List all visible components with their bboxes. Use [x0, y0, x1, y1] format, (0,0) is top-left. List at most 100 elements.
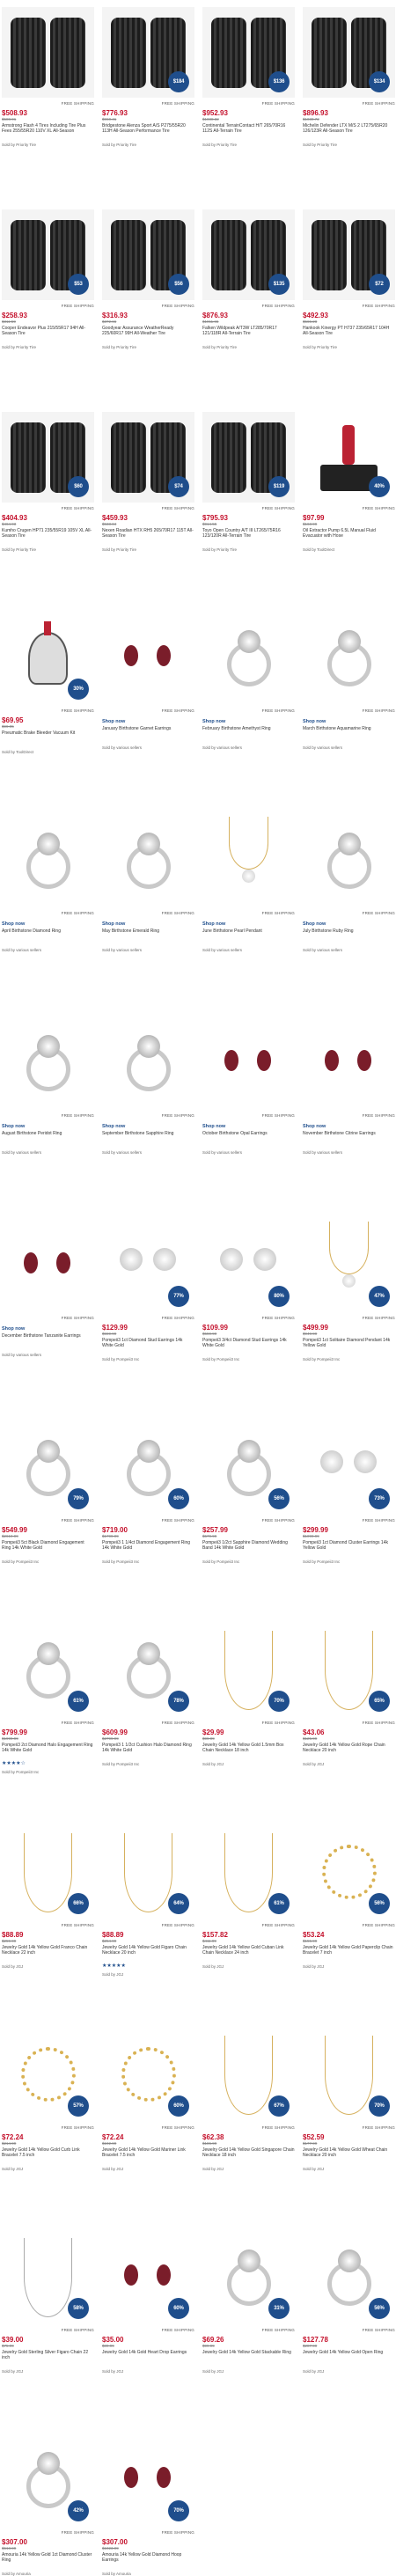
product-card[interactable]: $135 FREE SHIPPING $876.93 $1011.65 Falken W… — [202, 209, 295, 349]
product-title[interactable]: Bridgestone Alenza Sport A/S P275/55R20 … — [102, 123, 194, 139]
product-image[interactable]: 56% — [303, 2234, 395, 2324]
product-card[interactable]: FREE SHIPPING Shop now March Birthstone Aq… — [303, 614, 395, 750]
product-card[interactable]: FREE SHIPPING $508.93 $588.91 Armstrong Fla… — [2, 7, 94, 147]
product-title[interactable]: Pompeii3 1ct Diamond Stud Earrings 14k W… — [102, 1338, 194, 1354]
product-card[interactable]: $184 FREE SHIPPING $776.93 $960.41 Bridgesto… — [102, 7, 194, 147]
product-title[interactable]: Pompeii3 2ct Diamond Halo Engagement Rin… — [2, 1743, 94, 1758]
product-title[interactable]: January Birthstone Garnet Earrings — [102, 726, 194, 742]
product-title[interactable]: Jewelry Gold 14k Yellow Gold Paperclip C… — [303, 1945, 395, 1961]
product-title[interactable]: February Birthstone Amethyst Ring — [202, 726, 295, 742]
product-card[interactable]: FREE SHIPPING Shop now February Birthstone… — [202, 614, 295, 750]
product-title[interactable]: Amouria 14k Yellow Gold 1ct Diamond Clus… — [2, 2552, 94, 2568]
product-image[interactable]: 56% — [202, 1424, 295, 1515]
product-title[interactable]: Nexen Roadian HTX RH5 265/70R17 115T All… — [102, 528, 194, 544]
product-image[interactable] — [2, 1222, 94, 1312]
product-image[interactable]: 57% — [2, 2031, 94, 2122]
product-image[interactable] — [102, 614, 194, 705]
product-title[interactable]: March Birthstone Aquamarine Ring — [303, 726, 395, 742]
product-image[interactable] — [202, 1019, 295, 1110]
product-card[interactable]: 56% FREE SHIPPING $53.24 $155.99 Jewelry Gol… — [303, 1829, 395, 1969]
product-image[interactable]: 70% — [102, 2436, 194, 2527]
product-card[interactable]: $134 FREE SHIPPING $896.93 $1030.72 Michelin… — [303, 7, 395, 147]
product-title[interactable]: November Birthstone Citrine Earrings — [303, 1131, 395, 1147]
product-image[interactable]: 60% — [102, 1424, 194, 1515]
product-title[interactable]: Michelin Defender LTX M/S 2 LT275/65R20 … — [303, 123, 395, 139]
product-title[interactable]: May Birthstone Emerald Ring — [102, 928, 194, 944]
product-title[interactable]: Jewelry Gold 14k Yellow Gold Wheat Chain… — [303, 2147, 395, 2163]
product-title[interactable]: September Birthstone Sapphire Ring — [102, 1131, 194, 1147]
product-image[interactable]: $119 — [202, 412, 295, 503]
product-title[interactable]: Continental TerrainContact H/T 265/70R16… — [202, 123, 295, 139]
product-card[interactable]: 77% FREE SHIPPING $129.99 $559.99 Pompeii3 1… — [102, 1222, 194, 1361]
product-card[interactable]: 40% FREE SHIPPING $97.99 $163.99 Oil Extract… — [303, 412, 395, 552]
product-card[interactable]: $119 FREE SHIPPING $795.93 $914.55 Toyo Open… — [202, 412, 295, 552]
product-title[interactable]: Jewelry Gold 14k Yellow Gold Figaro Chai… — [102, 1945, 194, 1961]
product-card[interactable]: $136 FREE SHIPPING $952.93 $1088.32 Continen… — [202, 7, 295, 147]
shop-now-link[interactable]: Shop now — [303, 1124, 395, 1129]
product-card[interactable]: FREE SHIPPING Shop now September Birthston… — [102, 1019, 194, 1155]
product-image[interactable]: $56 — [102, 209, 194, 300]
product-title[interactable]: Jewelry Gold 14k Yellow Gold Open Ring — [303, 2350, 395, 2366]
product-title[interactable]: Jewelry Gold 14k Yellow Gold Rope Chain … — [303, 1743, 395, 1758]
product-image[interactable] — [102, 1019, 194, 1110]
product-title[interactable]: Jewelry Gold 14k Yellow Gold 1.5mm Box C… — [202, 1743, 295, 1758]
product-image[interactable]: 80% — [202, 1222, 295, 1312]
product-title[interactable]: Kumho Crugen HP71 235/55R19 105V XL All-… — [2, 528, 94, 544]
shop-now-link[interactable]: Shop now — [303, 921, 395, 927]
product-card[interactable]: FREE SHIPPING Shop now July Birthstone Rub… — [303, 817, 395, 952]
product-card[interactable]: 31% FREE SHIPPING $69.26 $99.99 Jewelry Gold… — [202, 2234, 295, 2374]
product-image[interactable]: 56% — [303, 1829, 395, 1919]
product-image[interactable]: $74 — [102, 412, 194, 503]
product-card[interactable]: 57% FREE SHIPPING $72.24 $214.99 Jewelry Gol… — [2, 2031, 94, 2171]
product-card[interactable]: 64% FREE SHIPPING $88.89 $254.99 Jewelry Gol… — [102, 1829, 194, 1977]
product-image[interactable]: $136 — [202, 7, 295, 98]
product-title[interactable]: December Birthstone Tanzanite Earrings — [2, 1333, 94, 1349]
product-card[interactable]: 61% FREE SHIPPING $157.82 $411.99 Jewelry Go… — [202, 1829, 295, 1969]
product-card[interactable]: $60 FREE SHIPPING $404.93 $464.93 Kumho Crug… — [2, 412, 94, 552]
product-title[interactable]: October Birthstone Opal Earrings — [202, 1131, 295, 1147]
product-image[interactable] — [202, 614, 295, 705]
product-card[interactable]: 67% FREE SHIPPING $62.38 $186.99 Jewelry Gol… — [202, 2031, 295, 2171]
product-title[interactable]: Jewelry Gold 14k Yellow Gold Franco Chai… — [2, 1945, 94, 1961]
product-title[interactable]: Pompeii3 1ct Diamond Cluster Earrings 14… — [303, 1540, 395, 1556]
shop-now-link[interactable]: Shop now — [202, 921, 295, 927]
product-card[interactable]: 60% FREE SHIPPING $72.24 $192.99 Jewelry Gol… — [102, 2031, 194, 2171]
product-image[interactable]: 78% — [102, 1626, 194, 1717]
product-card[interactable]: $56 FREE SHIPPING $316.93 $372.66 Goodyear A… — [102, 209, 194, 349]
product-title[interactable]: Jewelry Gold 14k Gold Heart Drop Earring… — [102, 2350, 194, 2366]
product-title[interactable]: Pompeii3 1 1/2ct Cushion Halo Diamond Ri… — [102, 1743, 194, 1758]
product-card[interactable]: 30% FREE SHIPPING $69.95 $99.95 Pneumatic Br… — [2, 614, 94, 754]
product-card[interactable]: 47% FREE SHIPPING $499.99 $949.99 Pompeii3 1… — [303, 1222, 395, 1361]
product-card[interactable]: FREE SHIPPING Shop now November Birthstone… — [303, 1019, 395, 1155]
product-image[interactable]: 65% — [303, 1626, 395, 1717]
product-card[interactable]: 70% FREE SHIPPING $307.00 $1023.99 Amouria 1… — [102, 2436, 194, 2576]
shop-now-link[interactable]: Shop now — [2, 1124, 94, 1129]
product-title[interactable]: Goodyear Assurance WeatherReady 225/60R1… — [102, 326, 194, 341]
product-card[interactable]: $72 FREE SHIPPING $492.93 $565.28 Hankook Ki… — [303, 209, 395, 349]
product-card[interactable]: 70% FREE SHIPPING $29.99 $99.99 Jewelry Gold… — [202, 1626, 295, 1766]
product-image[interactable]: 60% — [102, 2234, 194, 2324]
product-title[interactable]: Jewelry Gold 14k Yellow Gold Cuban Link … — [202, 1945, 295, 1961]
product-title[interactable]: June Birthstone Pearl Pendant — [202, 928, 295, 944]
shop-now-link[interactable]: Shop now — [102, 921, 194, 927]
product-image[interactable]: 61% — [202, 1829, 295, 1919]
product-title[interactable]: Toyo Open Country A/T III LT265/75R16 12… — [202, 528, 295, 544]
product-card[interactable]: 42% FREE SHIPPING $307.00 $513.99 Amouria 14… — [2, 2436, 94, 2576]
product-image[interactable] — [102, 817, 194, 907]
product-title[interactable]: July Birthstone Ruby Ring — [303, 928, 395, 944]
product-image[interactable]: $72 — [303, 209, 395, 300]
shop-now-link[interactable]: Shop now — [202, 719, 295, 724]
product-title[interactable]: Pneumatic Brake Bleeder Vacuum Kit — [2, 730, 94, 746]
product-title[interactable]: Jewelry Gold Sterling Silver Figaro Chai… — [2, 2350, 94, 2366]
product-image[interactable]: $134 — [303, 7, 395, 98]
product-title[interactable]: Jewelry Gold 14k Yellow Gold Stackable R… — [202, 2350, 295, 2366]
product-title[interactable]: Armstrong Flash 4 Tires Including Tire P… — [2, 123, 94, 139]
product-image[interactable]: 66% — [2, 1829, 94, 1919]
product-card[interactable]: FREE SHIPPING Shop now October Birthstone … — [202, 1019, 295, 1155]
product-title[interactable]: Oil Extractor Pump 6.5L Manual Fluid Eva… — [303, 528, 395, 544]
product-image[interactable]: 30% — [2, 614, 94, 705]
product-card[interactable]: $74 FREE SHIPPING $459.93 $533.84 Nexen Road… — [102, 412, 194, 552]
product-title[interactable]: Jewelry Gold 14k Yellow Gold Singapore C… — [202, 2147, 295, 2163]
product-image[interactable]: 79% — [2, 1424, 94, 1515]
product-image[interactable] — [303, 1019, 395, 1110]
